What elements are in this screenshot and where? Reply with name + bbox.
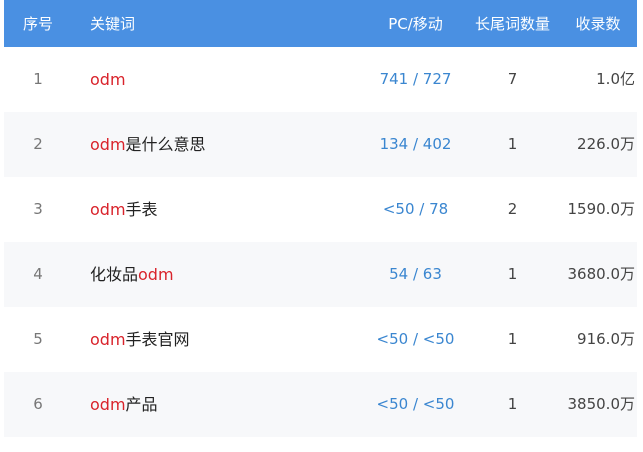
keyword-suffix: 手表官网 xyxy=(125,330,190,349)
longtail-count: 1 xyxy=(507,265,518,283)
pc-mobile-value[interactable]: 54 / 63 xyxy=(349,242,482,307)
row-index: 5 xyxy=(33,330,43,348)
row-index: 4 xyxy=(33,265,43,283)
indexed-count: 3680.0万 xyxy=(567,265,636,283)
table-row: 3 odm手表 <50 / 78 2 1590.0万 xyxy=(4,177,637,242)
indexed-count: 1590.0万 xyxy=(567,200,636,218)
keyword-prefix: 化妆品 xyxy=(90,265,139,284)
header-pc-mobile: PC/移动 xyxy=(388,15,443,33)
longtail-count: 1 xyxy=(507,135,518,153)
keyword-highlight: odm xyxy=(90,395,126,414)
keyword-suffix: 产品 xyxy=(125,395,158,414)
table-header: 序号 关键词 PC/移动 长尾词数量 收录数 xyxy=(4,0,637,47)
longtail-count: 2 xyxy=(507,200,518,218)
keyword-highlight: odm xyxy=(90,330,126,349)
pc-mobile-value[interactable]: <50 / <50 xyxy=(349,372,482,437)
table-row: 6 odm产品 <50 / <50 1 3850.0万 xyxy=(4,372,637,437)
keyword-link[interactable]: odm xyxy=(90,47,390,112)
pc-mobile-value[interactable]: 134 / 402 xyxy=(349,112,482,177)
header-index: 序号 xyxy=(22,15,53,33)
indexed-count: 226.0万 xyxy=(577,135,635,153)
keyword-link[interactable]: odm是什么意思 xyxy=(90,112,390,177)
keyword-link[interactable]: odm产品 xyxy=(90,372,390,437)
table-row-partial xyxy=(4,437,637,452)
keyword-highlight: odm xyxy=(90,135,126,154)
row-index: 3 xyxy=(33,200,43,218)
keyword-suffix: 手表 xyxy=(125,200,158,219)
row-index: 6 xyxy=(33,395,43,413)
table-row: 2 odm是什么意思 134 / 402 1 226.0万 xyxy=(4,112,637,177)
keyword-link[interactable]: odm手表 xyxy=(90,177,390,242)
longtail-count: 7 xyxy=(507,70,518,88)
table-row: 5 odm手表官网 <50 / <50 1 916.0万 xyxy=(4,307,637,372)
indexed-count: 916.0万 xyxy=(577,330,635,348)
row-index: 2 xyxy=(33,135,43,153)
table-row: 4 化妆品odm 54 / 63 1 3680.0万 xyxy=(4,242,637,307)
longtail-count: 1 xyxy=(507,395,518,413)
indexed-count: 1.0亿 xyxy=(596,70,635,88)
header-longtail-count: 长尾词数量 xyxy=(474,15,550,33)
keyword-suffix: 是什么意思 xyxy=(125,135,206,154)
keyword-link[interactable]: odm手表官网 xyxy=(90,307,390,372)
table-row: 1 odm 741 / 727 7 1.0亿 xyxy=(4,47,637,112)
header-indexed-count: 收录数 xyxy=(575,15,621,33)
header-keyword: 关键词 xyxy=(90,15,136,33)
pc-mobile-value[interactable]: <50 / 78 xyxy=(349,177,482,242)
pc-mobile-value[interactable]: <50 / <50 xyxy=(349,307,482,372)
pc-mobile-value[interactable]: 741 / 727 xyxy=(349,47,482,112)
longtail-count: 1 xyxy=(507,330,518,348)
keyword-highlight: odm xyxy=(138,265,174,284)
keyword-highlight: odm xyxy=(90,70,126,89)
keyword-link[interactable]: 化妆品odm xyxy=(90,242,390,307)
row-index: 1 xyxy=(33,70,43,88)
indexed-count: 3850.0万 xyxy=(567,395,636,413)
keyword-highlight: odm xyxy=(90,200,126,219)
